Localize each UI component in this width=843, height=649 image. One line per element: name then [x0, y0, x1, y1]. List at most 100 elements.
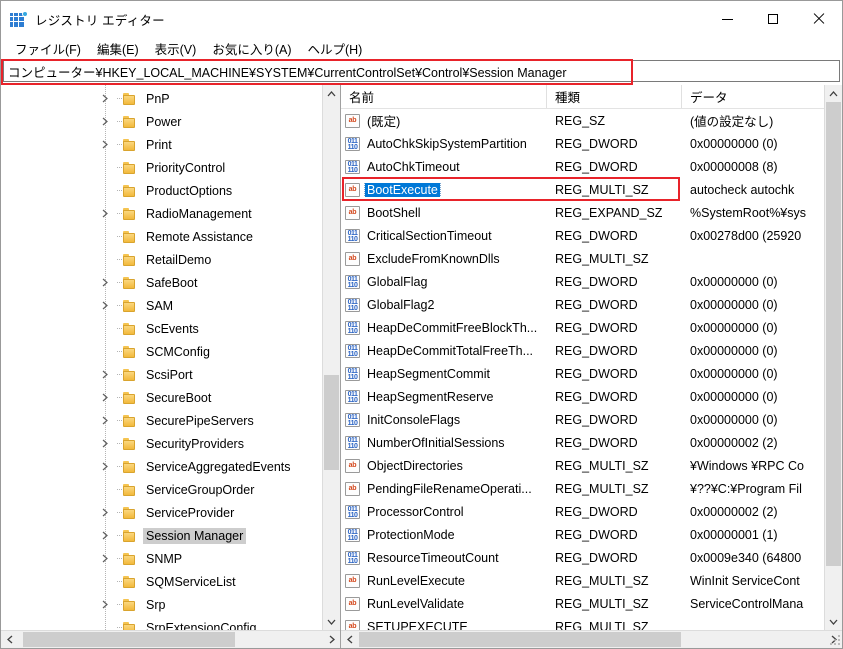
tree-node-scevents[interactable]: ScEvents — [1, 317, 322, 340]
tree-node-print[interactable]: Print — [1, 133, 322, 156]
column-header-type[interactable]: 種類 — [547, 85, 682, 108]
registry-values-list[interactable]: ab (既定) REG_SZ (値の設定なし) 011 110 AutoChkSkipSys… — [341, 109, 824, 630]
table-row[interactable]: 011 110 HeapSegmentReserve REG_DWORD 0x00000… — [341, 385, 824, 408]
minimize-button[interactable] — [704, 1, 750, 37]
tree-connector-line — [113, 202, 124, 225]
tree-scroll-up-button[interactable] — [323, 85, 340, 102]
table-row[interactable]: ab BootExecute REG_MULTI_SZ autocheck autoc… — [341, 178, 824, 201]
tree-hscroll-thumb[interactable] — [23, 632, 235, 647]
menu-favorites[interactable]: お気に入り(A) — [204, 37, 299, 60]
table-row[interactable]: 011 110 HeapDeCommitFreeBlockTh... REG_DWOR… — [341, 316, 824, 339]
table-row[interactable]: ab BootShell REG_EXPAND_SZ %SystemRoot%¥sys — [341, 201, 824, 224]
chevron-right-icon[interactable] — [97, 593, 113, 616]
tree-node-productoptions[interactable]: ProductOptions — [1, 179, 322, 202]
menu-help[interactable]: ヘルプ(H) — [299, 37, 370, 60]
table-row[interactable]: ab (既定) REG_SZ (値の設定なし) — [341, 109, 824, 132]
table-row[interactable]: 011 110 ProcessorControl REG_DWORD 0x0000000… — [341, 500, 824, 523]
tree-node-secureboot[interactable]: SecureBoot — [1, 386, 322, 409]
tree-node-securityproviders[interactable]: SecurityProviders — [1, 432, 322, 455]
menu-file[interactable]: ファイル(F) — [7, 37, 89, 60]
list-horizontal-scrollbar[interactable] — [341, 630, 842, 648]
tree-node-session-manager[interactable]: Session Manager — [1, 524, 322, 547]
table-row[interactable]: 011 110 AutoChkTimeout REG_DWORD 0x00000008 … — [341, 155, 824, 178]
chevron-right-icon[interactable] — [97, 409, 113, 432]
table-row[interactable]: ab RunLevelValidate REG_MULTI_SZ ServiceCon… — [341, 592, 824, 615]
list-vertical-scrollbar[interactable] — [824, 85, 842, 630]
chevron-right-icon[interactable] — [97, 386, 113, 409]
tree-vertical-scrollbar[interactable] — [322, 85, 340, 630]
tree-horizontal-scrollbar[interactable] — [1, 630, 340, 648]
value-type-cell: REG_MULTI_SZ — [555, 251, 649, 266]
table-row[interactable]: 011 110 ResourceTimeoutCount REG_DWORD 0x000… — [341, 546, 824, 569]
list-hscroll-thumb[interactable] — [359, 632, 681, 647]
list-scroll-up-button[interactable] — [825, 85, 842, 102]
chevron-right-icon[interactable] — [97, 501, 113, 524]
chevron-right-icon[interactable] — [97, 271, 113, 294]
address-input[interactable]: コンピューター¥HKEY_LOCAL_MACHINE¥SYSTEM¥Curren… — [3, 60, 840, 82]
table-row[interactable]: ab PendingFileRenameOperati... REG_MULTI_S… — [341, 477, 824, 500]
table-row[interactable]: 011 110 GlobalFlag2 REG_DWORD 0x00000000 (0) — [341, 293, 824, 316]
table-row[interactable]: 011 110 GlobalFlag REG_DWORD 0x00000000 (0) — [341, 270, 824, 293]
list-scroll-thumb[interactable] — [826, 102, 841, 566]
table-row[interactable]: 011 110 HeapDeCommitTotalFreeTh... REG_DWOR… — [341, 339, 824, 362]
chevron-right-icon[interactable] — [97, 363, 113, 386]
table-row[interactable]: ab ObjectDirectories REG_MULTI_SZ ¥Windows … — [341, 454, 824, 477]
column-header-name[interactable]: 名前 — [341, 85, 547, 108]
table-row[interactable]: 011 110 ProtectionMode REG_DWORD 0x00000001 … — [341, 523, 824, 546]
tree-node-remote-assistance[interactable]: Remote Assistance — [1, 225, 322, 248]
list-scroll-left-button[interactable] — [341, 631, 358, 648]
table-row[interactable]: 011 110 NumberOfInitialSessions REG_DWORD 0x… — [341, 431, 824, 454]
tree-node-snmp[interactable]: SNMP — [1, 547, 322, 570]
tree-scroll-thumb[interactable] — [324, 375, 339, 470]
chevron-right-icon[interactable] — [97, 524, 113, 547]
menu-view[interactable]: 表示(V) — [147, 37, 205, 60]
tree-node-safeboot[interactable]: SafeBoot — [1, 271, 322, 294]
table-row[interactable]: 011 110 HeapSegmentCommit REG_DWORD 0x000000… — [341, 362, 824, 385]
tree-node-scmconfig[interactable]: SCMConfig — [1, 340, 322, 363]
chevron-right-icon[interactable] — [97, 547, 113, 570]
chevron-right-icon[interactable] — [97, 133, 113, 156]
tree-node-serviceaggregatedevents[interactable]: ServiceAggregatedEvents — [1, 455, 322, 478]
tree-node-radiomanagement[interactable]: RadioManagement — [1, 202, 322, 225]
tree-node-servicegrouporder[interactable]: ServiceGroupOrder — [1, 478, 322, 501]
tree-node-serviceprovider[interactable]: ServiceProvider — [1, 501, 322, 524]
chevron-right-icon[interactable] — [97, 110, 113, 133]
column-header-data[interactable]: データ — [682, 85, 824, 108]
chevron-right-icon[interactable] — [97, 202, 113, 225]
resize-gripper[interactable] — [829, 635, 841, 647]
table-row[interactable]: 011 110 InitConsoleFlags REG_DWORD 0x0000000… — [341, 408, 824, 431]
tree-node-retaildemo[interactable]: RetailDemo — [1, 248, 322, 271]
list-scroll-down-button[interactable] — [825, 613, 842, 630]
string-value-icon: ab — [345, 205, 360, 220]
registry-tree[interactable]: PnP Power Print PriorityControl ProductOptio… — [1, 85, 322, 630]
tree-node-securepipeservers[interactable]: SecurePipeServers — [1, 409, 322, 432]
value-data-cell: 0x00000002 (2) — [690, 435, 778, 450]
tree-node-srp[interactable]: Srp — [1, 593, 322, 616]
tree-scroll-down-button[interactable] — [323, 613, 340, 630]
chevron-right-icon[interactable] — [97, 294, 113, 317]
tree-node-pnp[interactable]: PnP — [1, 87, 322, 110]
chevron-right-icon[interactable] — [97, 455, 113, 478]
tree-scroll-right-button[interactable] — [323, 631, 340, 648]
menu-bar: ファイル(F) 編集(E) 表示(V) お気に入り(A) ヘルプ(H) — [1, 37, 842, 59]
tree-node-label: Srp — [146, 597, 166, 612]
chevron-right-icon[interactable] — [97, 87, 113, 110]
close-button[interactable] — [796, 1, 842, 37]
tree-node-scsiport[interactable]: ScsiPort — [1, 363, 322, 386]
table-row[interactable]: ab RunLevelExecute REG_MULTI_SZ WinInit Ser… — [341, 569, 824, 592]
value-name-cell: ab ObjectDirectories — [341, 458, 547, 473]
table-row[interactable]: 011 110 CriticalSectionTimeout REG_DWORD 0x0… — [341, 224, 824, 247]
tree-node-prioritycontrol[interactable]: PriorityControl — [1, 156, 322, 179]
table-row[interactable]: ab ExcludeFromKnownDlls REG_MULTI_SZ — [341, 247, 824, 270]
tree-node-power[interactable]: Power — [1, 110, 322, 133]
menu-edit[interactable]: 編集(E) — [89, 37, 147, 60]
table-row[interactable]: 011 110 AutoChkSkipSystemPartition REG_DWOR… — [341, 132, 824, 155]
tree-scroll-left-button[interactable] — [1, 631, 18, 648]
maximize-button[interactable] — [750, 1, 796, 37]
tree-node-sam[interactable]: SAM — [1, 294, 322, 317]
tree-node-sqmservicelist[interactable]: SQMServiceList — [1, 570, 322, 593]
chevron-right-icon[interactable] — [97, 432, 113, 455]
table-row[interactable]: ab SETUPEXECUTE REG_MULTI_SZ — [341, 615, 824, 630]
tree-node-srpextensionconfig[interactable]: SrpExtensionConfig — [1, 616, 322, 630]
value-type-cell: REG_DWORD — [555, 159, 638, 174]
